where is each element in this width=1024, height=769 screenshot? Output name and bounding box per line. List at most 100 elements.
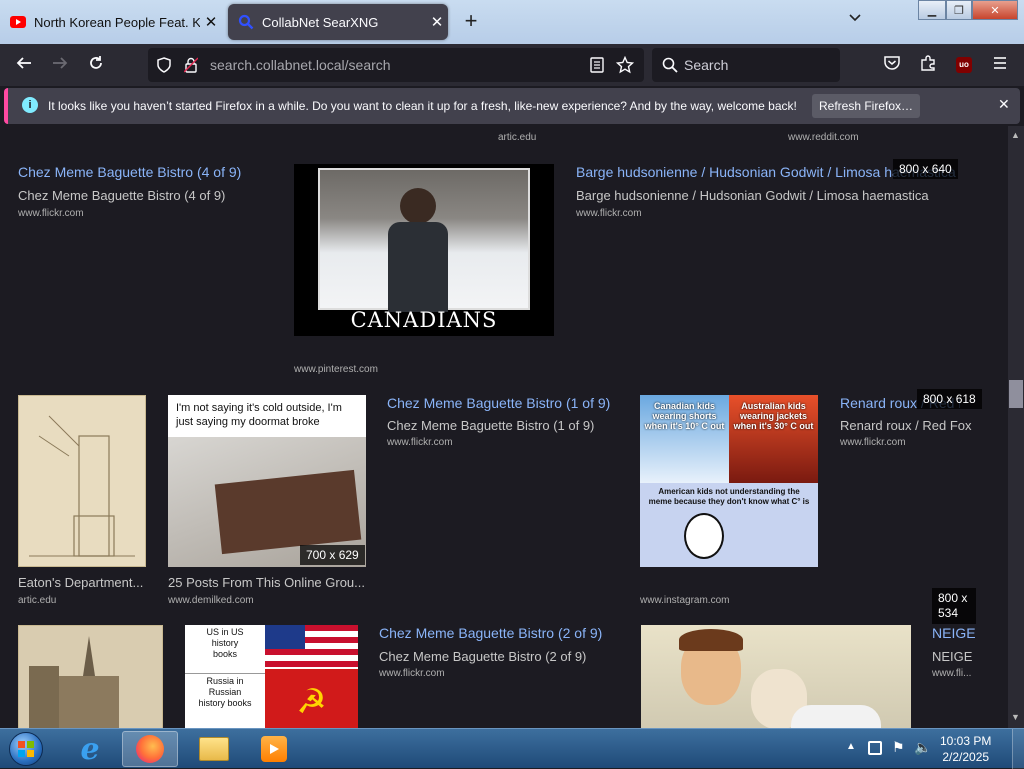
- result-domain[interactable]: www.flickr.com: [387, 437, 453, 448]
- new-tab-button[interactable]: +: [458, 8, 484, 34]
- list-tabs-chevron-icon[interactable]: [848, 10, 862, 26]
- taskbar-explorer[interactable]: [186, 731, 242, 767]
- result-image-cathedral[interactable]: [18, 625, 163, 728]
- result-subtitle: Barge hudsonienne / Hudsonian Godwit / L…: [576, 188, 929, 203]
- notification-message: It looks like you haven’t started Firefo…: [48, 99, 797, 113]
- result-title[interactable]: NEIGE: [932, 625, 992, 641]
- tab-youtube[interactable]: North Korean People Feat. Kim ✕: [2, 4, 222, 40]
- folder-icon: [199, 737, 229, 761]
- youtube-icon: [10, 16, 26, 28]
- internet-explorer-icon: e: [80, 731, 100, 767]
- start-button[interactable]: [0, 731, 52, 767]
- back-arrow-icon: [16, 57, 31, 69]
- forward-arrow-icon: [53, 57, 68, 69]
- scroll-down-icon[interactable]: ▼: [1011, 712, 1020, 722]
- result-image-doormat[interactable]: I'm not saying it's cold outside, I'm ju…: [168, 395, 366, 567]
- reader-view-icon[interactable]: [590, 57, 604, 73]
- hamburger-menu-icon: [994, 57, 1006, 69]
- meme-text-bottom: American kids not understanding the meme…: [648, 487, 810, 506]
- taskbar: e ▲ ⚑ 🔈 10:03 PM 2/2/2025: [0, 728, 1024, 769]
- pocket-button[interactable]: [880, 54, 904, 76]
- volume-muted-icon[interactable]: 🔈: [914, 739, 931, 756]
- taskbar-internet-explorer[interactable]: e: [62, 731, 118, 767]
- system-clock[interactable]: 10:03 PM 2/2/2025: [940, 733, 991, 765]
- result-domain[interactable]: artic.edu: [18, 595, 56, 606]
- result-subtitle: Renard roux / Red Fox: [840, 418, 972, 433]
- result-domain[interactable]: www.flickr.com: [840, 437, 906, 448]
- clock-date: 2/2/2025: [942, 750, 990, 764]
- result-image-history-books[interactable]: US in US history books Russia in Russian…: [185, 625, 358, 728]
- scrollbar-thumb[interactable]: [1009, 380, 1023, 408]
- tab-label: North Korean People Feat. Kim: [34, 14, 200, 30]
- minimize-button[interactable]: ▁: [918, 0, 946, 20]
- meme-text-top: US in US history books: [206, 627, 244, 659]
- result-image-sketch[interactable]: [18, 395, 146, 567]
- woody-hair: [679, 629, 743, 651]
- bookmark-star-icon[interactable]: [616, 56, 634, 74]
- result-domain[interactable]: www.reddit.com: [788, 132, 859, 143]
- close-window-button[interactable]: ✕: [972, 0, 1018, 20]
- result-title[interactable]: Eaton's Department...: [18, 575, 143, 590]
- result-domain[interactable]: www.demilked.com: [168, 595, 254, 606]
- refresh-firefox-button[interactable]: Refresh Firefox…: [812, 94, 920, 118]
- result-subtitle: Chez Meme Baguette Bistro (1 of 9): [387, 418, 595, 433]
- result-title[interactable]: 25 Posts From This Online Grou...: [168, 575, 365, 590]
- menu-button[interactable]: [988, 54, 1012, 76]
- result-domain[interactable]: www.fli...: [932, 668, 971, 679]
- notification-bar: i It looks like you haven’t started Fire…: [4, 88, 1020, 124]
- result-domain[interactable]: www.flickr.com: [576, 208, 642, 219]
- search-icon: [662, 57, 678, 73]
- hammer-sickle-icon: ☭: [265, 669, 358, 728]
- back-button[interactable]: [12, 54, 36, 76]
- result-title[interactable]: Chez Meme Baguette Bistro (1 of 9): [387, 395, 610, 411]
- pocket-icon: [884, 56, 900, 70]
- sketch-drawing: [29, 415, 135, 557]
- url-bar[interactable]: search.collabnet.local/search: [148, 48, 644, 82]
- cathedral-drawing: [29, 636, 119, 728]
- result-domain[interactable]: www.flickr.com: [379, 668, 445, 679]
- result-domain[interactable]: artic.edu: [498, 132, 536, 143]
- result-subtitle: NEIGE: [932, 649, 973, 664]
- scroll-up-icon[interactable]: ▲: [1011, 130, 1020, 140]
- show-desktop-button[interactable]: [1012, 729, 1024, 769]
- title-bar: North Korean People Feat. Kim ✕ CollabNe…: [0, 0, 1024, 44]
- result-domain[interactable]: www.flickr.com: [18, 208, 84, 219]
- media-player-icon: [261, 736, 287, 762]
- extensions-button[interactable]: [916, 54, 940, 76]
- rage-face: [684, 513, 724, 559]
- photo-frame: [318, 168, 530, 312]
- tray-expand-icon[interactable]: ▲: [846, 741, 856, 752]
- reload-button[interactable]: [84, 54, 108, 76]
- vertical-scrollbar[interactable]: ▲ ▼: [1008, 126, 1024, 728]
- search-box[interactable]: Search: [652, 48, 840, 82]
- close-icon[interactable]: ✕: [998, 96, 1010, 113]
- result-subtitle: Chez Meme Baguette Bistro (4 of 9): [18, 188, 226, 203]
- windows-orb-icon: [9, 732, 43, 766]
- result-image-toy-story[interactable]: [641, 625, 911, 728]
- result-title[interactable]: Chez Meme Baguette Bistro (4 of 9): [18, 164, 241, 180]
- result-image-celsius-meme[interactable]: Canadian kids wearing shorts when it's 1…: [640, 395, 818, 567]
- result-title[interactable]: Chez Meme Baguette Bistro (2 of 9): [379, 625, 602, 641]
- clock-time: 10:03 PM: [940, 734, 992, 748]
- meme-text-bottom: Russia in Russian history books: [185, 673, 265, 728]
- result-image-canadians[interactable]: CANADIANS: [294, 164, 554, 336]
- results-area: artic.edu www.reddit.com Chez Meme Bague…: [0, 126, 1008, 728]
- close-tab-icon[interactable]: ✕: [200, 13, 222, 31]
- taskbar-media-player[interactable]: [246, 731, 302, 767]
- result-domain[interactable]: www.pinterest.com: [294, 364, 378, 375]
- network-icon[interactable]: [868, 741, 882, 755]
- meme-panel-right: Australian kids wearing jackets when it'…: [729, 395, 818, 483]
- taskbar-firefox[interactable]: [122, 731, 178, 767]
- shield-icon[interactable]: [156, 57, 172, 73]
- action-center-flag-icon[interactable]: ⚑: [892, 739, 905, 756]
- ublock-button[interactable]: uo: [952, 54, 976, 76]
- search-placeholder: Search: [684, 57, 729, 73]
- close-tab-icon[interactable]: ✕: [426, 13, 448, 31]
- forward-button[interactable]: [48, 54, 72, 76]
- maximize-button[interactable]: ❐: [946, 0, 972, 20]
- lock-icon[interactable]: [184, 57, 198, 73]
- firefox-icon: [136, 735, 164, 763]
- meme-text-right: Australian kids wearing jackets when it'…: [733, 401, 814, 431]
- result-domain[interactable]: www.instagram.com: [640, 595, 729, 606]
- tab-searxng[interactable]: CollabNet SearXNG ✕: [228, 4, 448, 40]
